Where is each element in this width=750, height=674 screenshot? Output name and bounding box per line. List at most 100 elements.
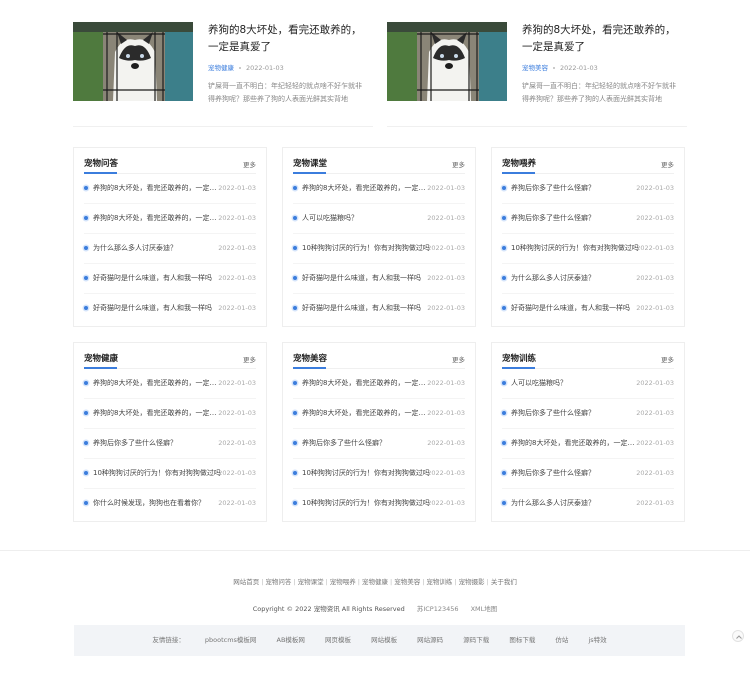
list-item-title[interactable]: 养狗后你多了些什么怪癖？ bbox=[511, 408, 639, 418]
footer-nav-pet-grooming[interactable]: 宠物美容 bbox=[394, 578, 420, 586]
list-item[interactable]: 养狗的8大坏处，看完还敢养的，一定是真爱了2022-01-03 bbox=[84, 399, 256, 429]
footer-nav-pet-qa[interactable]: 宠物问答 bbox=[265, 578, 291, 586]
footer-nav-home[interactable]: 网站首页 bbox=[233, 578, 259, 586]
list-item[interactable]: 养狗后你多了些什么怪癖？ 2022-01-03 bbox=[502, 174, 674, 204]
article-thumbnail-husky[interactable] bbox=[73, 22, 193, 101]
more-link[interactable]: 更多 bbox=[661, 354, 674, 364]
list-item[interactable]: 人可以吃猫粮吗？ 2022-01-03 bbox=[293, 204, 465, 234]
box-title[interactable]: 宠物美容 bbox=[293, 352, 327, 364]
list-item-title[interactable]: 10种狗狗讨厌的行为！你有对狗狗做过吗 bbox=[302, 498, 430, 508]
more-link[interactable]: 更多 bbox=[243, 354, 256, 364]
list-item-title[interactable]: 养狗后你多了些什么怪癖？ bbox=[511, 183, 639, 193]
article-title[interactable]: 养狗的8大坏处，看完还敢养的，一定是真爱了 bbox=[208, 22, 368, 56]
list-item[interactable]: 为什么那么多人讨厌泰迪？ 2022-01-03 bbox=[502, 489, 674, 519]
list-item[interactable]: 好奇猫叼是什么味道，有人和我一样吗 2022-01-03 bbox=[293, 264, 465, 294]
list-item[interactable]: 好奇猫叼是什么味道，有人和我一样吗 2022-01-03 bbox=[293, 294, 465, 324]
box-title[interactable]: 宠物训练 bbox=[502, 352, 536, 364]
list-item-title[interactable]: 养狗后你多了些什么怪癖？ bbox=[511, 468, 639, 478]
friend-link[interactable]: js特效 bbox=[588, 636, 606, 644]
list-item[interactable]: 10种狗狗讨厌的行为！你有对狗狗做过吗 2022-01-03 bbox=[502, 234, 674, 264]
list-item[interactable]: 养狗后你多了些什么怪癖？ 2022-01-03 bbox=[293, 429, 465, 459]
list-item[interactable]: 养狗后你多了些什么怪癖？ 2022-01-03 bbox=[502, 459, 674, 489]
list-item[interactable]: 10种狗狗讨厌的行为！你有对狗狗做过吗 2022-01-03 bbox=[293, 459, 465, 489]
list-item[interactable]: 你什么时候发现，狗狗也在看着你？ 2022-01-03 bbox=[84, 489, 256, 519]
box-title[interactable]: 宠物问答 bbox=[84, 157, 118, 169]
list-item[interactable]: 10种狗狗讨厌的行为！你有对狗狗做过吗 2022-01-03 bbox=[84, 459, 256, 489]
xml-sitemap-link[interactable]: XML地图 bbox=[471, 605, 498, 613]
friend-link[interactable]: 仿站 bbox=[555, 636, 568, 644]
friend-link[interactable]: 网站源码 bbox=[417, 636, 443, 644]
friend-link[interactable]: 源码下载 bbox=[463, 636, 489, 644]
list-item[interactable]: 养狗的8大坏处，看完还敢养的，一定是真爱了2022-01-03 bbox=[293, 369, 465, 399]
list-item[interactable]: 养狗的8大坏处，看完还敢养的，一定是真爱了2022-01-03 bbox=[293, 399, 465, 429]
footer-nav-pet-training[interactable]: 宠物训练 bbox=[426, 578, 452, 586]
footer-nav-pet-health[interactable]: 宠物健康 bbox=[362, 578, 388, 586]
featured-article[interactable]: 养狗的8大坏处，看完还敢养的，一定是真爱了 宠物健康 2022-01-03 铲屎哥… bbox=[73, 22, 373, 108]
footer-nav-pet-feeding[interactable]: 宠物喂养 bbox=[330, 578, 356, 586]
list-item[interactable]: 好奇猫叼是什么味道，有人和我一样吗 2022-01-03 bbox=[502, 294, 674, 324]
list-item-title[interactable]: 为什么那么多人讨厌泰迪？ bbox=[93, 243, 221, 253]
list-item-title[interactable]: 养狗的8大坏处，看完还敢养的，一定是真爱了 bbox=[93, 213, 221, 223]
list-item[interactable]: 为什么那么多人讨厌泰迪？ 2022-01-03 bbox=[84, 234, 256, 264]
list-item[interactable]: 养狗后你多了些什么怪癖？ 2022-01-03 bbox=[502, 204, 674, 234]
more-link[interactable]: 更多 bbox=[243, 159, 256, 169]
friend-link[interactable]: 网页模板 bbox=[325, 636, 351, 644]
list-item-title[interactable]: 人可以吃猫粮吗？ bbox=[302, 213, 430, 223]
list-item-title[interactable]: 养狗的8大坏处，看完还敢养的，一定是真爱了 bbox=[511, 438, 639, 448]
list-item-title[interactable]: 好奇猫叼是什么味道，有人和我一样吗 bbox=[511, 303, 639, 313]
featured-article[interactable]: 养狗的8大坏处，看完还敢养的，一定是真爱了 宠物美容 2022-01-03 铲屎哥… bbox=[387, 22, 687, 108]
list-item-title[interactable]: 养狗的8大坏处，看完还敢养的，一定是真爱了 bbox=[93, 183, 221, 193]
article-category[interactable]: 宠物健康 bbox=[208, 64, 234, 72]
list-item[interactable]: 好奇猫叼是什么味道，有人和我一样吗 2022-01-03 bbox=[84, 264, 256, 294]
list-item[interactable]: 养狗后你多了些什么怪癖？ 2022-01-03 bbox=[502, 399, 674, 429]
list-item[interactable]: 为什么那么多人讨厌泰迪？ 2022-01-03 bbox=[502, 264, 674, 294]
list-item-title[interactable]: 养狗的8大坏处，看完还敢养的，一定是真爱了 bbox=[302, 183, 430, 193]
list-item[interactable]: 养狗的8大坏处，看完还敢养的，一定是真爱了2022-01-03 bbox=[84, 174, 256, 204]
friend-link[interactable]: 网站模板 bbox=[371, 636, 397, 644]
list-item-title[interactable]: 10种狗狗讨厌的行为！你有对狗狗做过吗 bbox=[302, 243, 430, 253]
icp-link[interactable]: 苏ICP123456 bbox=[417, 605, 459, 613]
list-item[interactable]: 养狗的8大坏处，看完还敢养的，一定是真爱了2022-01-03 bbox=[84, 369, 256, 399]
list-item[interactable]: 养狗的8大坏处，看完还敢养的，一定是真爱了2022-01-03 bbox=[502, 429, 674, 459]
list-item-title[interactable]: 养狗后你多了些什么怪癖？ bbox=[511, 213, 639, 223]
footer-nav-pet-photo[interactable]: 宠物摄影 bbox=[459, 578, 485, 586]
list-item-title[interactable]: 10种狗狗讨厌的行为！你有对狗狗做过吗 bbox=[93, 468, 221, 478]
more-link[interactable]: 更多 bbox=[452, 354, 465, 364]
more-link[interactable]: 更多 bbox=[452, 159, 465, 169]
list-item-title[interactable]: 养狗后你多了些什么怪癖？ bbox=[93, 438, 221, 448]
back-to-top-button[interactable] bbox=[732, 630, 744, 642]
more-link[interactable]: 更多 bbox=[661, 159, 674, 169]
list-item[interactable]: 养狗的8大坏处，看完还敢养的，一定是真爱了2022-01-03 bbox=[84, 204, 256, 234]
list-item-title[interactable]: 养狗的8大坏处，看完还敢养的，一定是真爱了 bbox=[93, 408, 221, 418]
list-item-title[interactable]: 好奇猫叼是什么味道，有人和我一样吗 bbox=[93, 273, 221, 283]
list-item[interactable]: 养狗后你多了些什么怪癖？ 2022-01-03 bbox=[84, 429, 256, 459]
list-item[interactable]: 人可以吃猫粮吗？ 2022-01-03 bbox=[502, 369, 674, 399]
list-item[interactable]: 养狗的8大坏处，看完还敢养的，一定是真爱了2022-01-03 bbox=[293, 174, 465, 204]
list-item-title[interactable]: 为什么那么多人讨厌泰迪？ bbox=[511, 498, 639, 508]
article-thumbnail-husky[interactable] bbox=[387, 22, 507, 101]
list-item-title[interactable]: 你什么时候发现，狗狗也在看着你？ bbox=[93, 498, 221, 508]
list-item-title[interactable]: 养狗后你多了些什么怪癖？ bbox=[302, 438, 430, 448]
friend-link[interactable]: 图标下载 bbox=[509, 636, 535, 644]
box-title[interactable]: 宠物课堂 bbox=[293, 157, 327, 169]
footer-nav-pet-class[interactable]: 宠物课堂 bbox=[298, 578, 324, 586]
friend-link[interactable]: AB模板网 bbox=[277, 636, 305, 644]
list-item-title[interactable]: 养狗的8大坏处，看完还敢养的，一定是真爱了 bbox=[93, 378, 221, 388]
list-item-title[interactable]: 养狗的8大坏处，看完还敢养的，一定是真爱了 bbox=[302, 408, 430, 418]
list-item[interactable]: 10种狗狗讨厌的行为！你有对狗狗做过吗 2022-01-03 bbox=[293, 489, 465, 519]
list-item-title[interactable]: 10种狗狗讨厌的行为！你有对狗狗做过吗 bbox=[511, 243, 639, 253]
list-item-title[interactable]: 人可以吃猫粮吗？ bbox=[511, 378, 639, 388]
list-item-title[interactable]: 10种狗狗讨厌的行为！你有对狗狗做过吗 bbox=[302, 468, 430, 478]
list-item[interactable]: 好奇猫叼是什么味道，有人和我一样吗 2022-01-03 bbox=[84, 294, 256, 324]
article-title[interactable]: 养狗的8大坏处，看完还敢养的，一定是真爱了 bbox=[522, 22, 682, 56]
friend-link[interactable]: pbootcms模板网 bbox=[205, 636, 257, 644]
article-category[interactable]: 宠物美容 bbox=[522, 64, 548, 72]
list-item-title[interactable]: 好奇猫叼是什么味道，有人和我一样吗 bbox=[93, 303, 221, 313]
list-item-title[interactable]: 为什么那么多人讨厌泰迪？ bbox=[511, 273, 639, 283]
footer-nav-about[interactable]: 关于我们 bbox=[491, 578, 517, 586]
list-item[interactable]: 10种狗狗讨厌的行为！你有对狗狗做过吗 2022-01-03 bbox=[293, 234, 465, 264]
list-item-title[interactable]: 养狗的8大坏处，看完还敢养的，一定是真爱了 bbox=[302, 378, 430, 388]
box-title[interactable]: 宠物喂养 bbox=[502, 157, 536, 169]
list-item-title[interactable]: 好奇猫叼是什么味道，有人和我一样吗 bbox=[302, 273, 430, 283]
box-title[interactable]: 宠物健康 bbox=[84, 352, 118, 364]
